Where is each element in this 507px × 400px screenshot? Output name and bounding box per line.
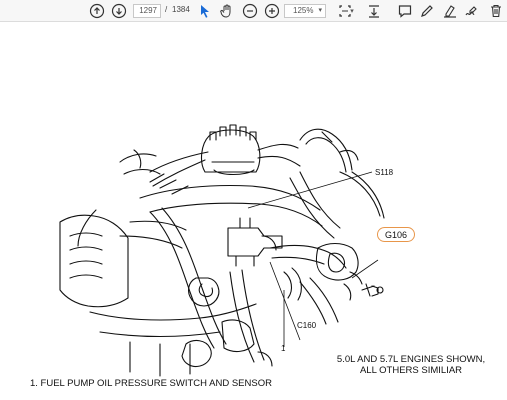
zoom-level-select[interactable]: 125% ▾ [284, 4, 326, 18]
pen-icon[interactable] [419, 3, 435, 19]
pdf-toolbar: 1297 / 1384 125% ▾ ▾ [0, 0, 507, 22]
scroll-mode-icon[interactable] [366, 3, 382, 19]
next-page-icon[interactable] [111, 3, 127, 19]
pointer-icon[interactable] [197, 3, 213, 19]
callout-1: 1 [281, 344, 286, 353]
engine-illustration [59, 124, 385, 377]
hand-icon[interactable] [219, 3, 235, 19]
callout-g106-highlighted: G106 [377, 227, 415, 242]
callout-s118: S118 [375, 168, 394, 177]
callout-c160: C160 [297, 321, 317, 330]
zoom-level-value: 125% [293, 6, 314, 15]
page-total: 1384 [172, 5, 190, 14]
engine-note-line1: 5.0L AND 5.7L ENGINES SHOWN, [336, 354, 486, 365]
engine-note-line2: ALL OTHERS SIMILIAR [359, 365, 463, 376]
document-page: S118 C160 1 [0, 22, 507, 400]
engine-note: 5.0L AND 5.7L ENGINES SHOWN, ALL OTHERS … [336, 354, 486, 376]
zoom-out-icon[interactable] [242, 3, 258, 19]
delete-icon[interactable] [488, 3, 504, 19]
fit-options-chevron-icon[interactable]: ▾ [348, 3, 356, 19]
sign-icon[interactable] [464, 3, 480, 19]
previous-page-icon[interactable] [89, 3, 105, 19]
page-separator: / [165, 5, 168, 14]
zoom-in-icon[interactable] [264, 3, 280, 19]
chevron-down-icon: ▾ [318, 7, 322, 14]
highlight-icon[interactable] [442, 3, 458, 19]
page-number-input[interactable]: 1297 [133, 4, 161, 18]
comment-icon[interactable] [397, 3, 413, 19]
figure-caption: 1. FUEL PUMP OIL PRESSURE SWITCH AND SEN… [30, 378, 272, 389]
